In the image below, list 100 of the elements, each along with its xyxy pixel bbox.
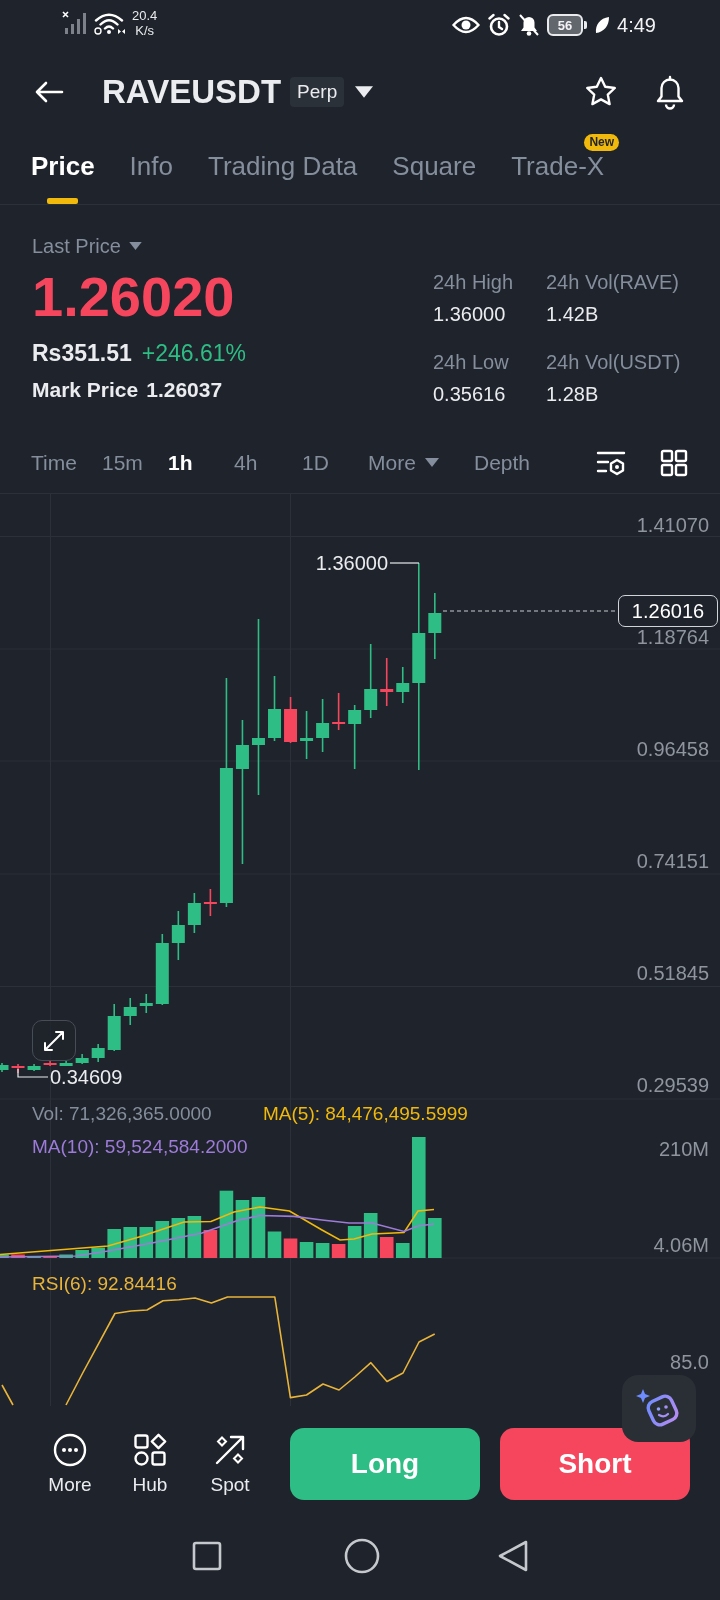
stat-value: 1.28B — [546, 382, 600, 406]
current-price-tag: 1.26016 — [618, 595, 718, 627]
leaf-icon — [594, 16, 611, 34]
rising-candle — [123, 997, 137, 1026]
volume-axis-label: 4.06M — [653, 1235, 709, 1255]
selected-tab-indicator — [47, 198, 79, 204]
rising-candle — [396, 666, 410, 704]
price-axis-label: 1.18764 — [636, 627, 709, 647]
rising-candle — [268, 675, 281, 742]
interval-tab[interactable]: 1h — [168, 449, 193, 476]
stat-label: 24h Vol(RAVE) — [546, 270, 681, 294]
shortcut-button[interactable]: Spot — [195, 1423, 265, 1496]
volume-bar — [59, 1254, 73, 1258]
caret-down-icon — [424, 458, 439, 467]
rising-candle — [300, 710, 314, 760]
stat-value: 1.42B — [546, 302, 600, 326]
long-button[interactable]: Long — [290, 1428, 480, 1500]
low-price-label: 0.34609 — [50, 1067, 123, 1087]
price-axis-label: 0.29539 — [636, 1075, 709, 1095]
price-axis-label: 0.74151 — [636, 851, 709, 871]
shapes-grid-icon — [133, 1433, 167, 1467]
volume-legend: Vol: 71,326,365.0000 — [32, 1102, 212, 1125]
alarm-clock-icon — [487, 13, 512, 37]
rising-candle — [91, 1043, 105, 1063]
dropdown-button[interactable]: More — [368, 449, 439, 476]
rsi-axis-label: 85.0 — [670, 1352, 709, 1372]
wifi-icon — [93, 11, 126, 35]
new-badge: New — [584, 134, 620, 151]
last-price: 1.26020 — [32, 266, 235, 328]
ellipsis-circle-icon — [53, 1433, 87, 1467]
short-button[interactable]: Short — [500, 1428, 690, 1500]
grid-layout-icon[interactable] — [660, 448, 688, 477]
expand-button[interactable] — [32, 1020, 76, 1061]
rising-candle — [171, 910, 185, 961]
falling-candle — [43, 1060, 57, 1067]
expand-icon — [42, 1028, 66, 1053]
tab[interactable]: Info — [129, 152, 173, 180]
rising-candle — [348, 704, 362, 770]
contract-type-badge: Perp — [290, 77, 345, 107]
caret-down-icon — [355, 86, 374, 98]
square-nav-icon[interactable] — [192, 1541, 222, 1571]
tab[interactable]: Price — [31, 152, 95, 180]
shortcut-button[interactable]: Hub — [115, 1423, 185, 1496]
volume-bar — [11, 1254, 25, 1258]
rising-candle — [107, 1003, 121, 1052]
ma10-legend: MA(10): 59,524,584.2000 — [32, 1135, 248, 1158]
price-type-label[interactable]: Last Price — [32, 234, 121, 258]
battery-indicator: 56 — [547, 14, 588, 36]
volume-bar — [299, 1242, 314, 1258]
shortcut-button[interactable]: More — [35, 1423, 105, 1496]
interval-tab[interactable]: 4h — [234, 449, 258, 476]
interval-tab[interactable]: Depth — [474, 449, 531, 476]
tab[interactable]: Trading Data — [208, 152, 358, 180]
volume-bar — [235, 1200, 250, 1258]
volume-bar — [0, 1254, 9, 1258]
leader-line — [17, 1068, 49, 1078]
arrow-up-right-icon — [213, 1433, 247, 1467]
symbol-title[interactable]: RAVEUSDT — [102, 72, 282, 112]
bell-off-icon — [518, 13, 541, 37]
volume-bar — [91, 1247, 105, 1258]
rising-candle — [0, 1062, 9, 1073]
rsi-legend: RSI(6): 92.84416 — [32, 1272, 177, 1295]
stat-label: 24h Vol(USDT) — [546, 350, 681, 374]
arrow-left-icon[interactable] — [34, 80, 64, 104]
caret-down-icon — [128, 242, 142, 250]
circle-nav-icon[interactable] — [344, 1538, 380, 1574]
falling-candle — [380, 657, 394, 707]
mark-price-value: 1.26037 — [146, 378, 223, 402]
tab[interactable]: Square — [392, 152, 477, 180]
rising-candle — [428, 592, 442, 660]
rising-candle — [59, 1060, 73, 1067]
volume-bar — [428, 1218, 442, 1258]
interval-tab[interactable]: 1D — [302, 449, 329, 476]
falling-candle — [332, 692, 346, 731]
stat-value: 0.35616 — [433, 382, 507, 406]
mark-price-label: Mark Price — [32, 378, 139, 402]
volume-bar — [75, 1250, 89, 1258]
network-speed: 20.4 — [132, 8, 158, 23]
eye-icon — [452, 15, 481, 35]
interval-tab[interactable]: Time — [31, 449, 77, 476]
volume-bar — [315, 1243, 330, 1258]
volume-axis-label: 210M — [658, 1139, 709, 1159]
interval-tab[interactable]: 15m — [102, 449, 143, 476]
tab[interactable]: Trade-X — [511, 152, 605, 180]
signal-icon — [62, 11, 87, 35]
falling-candle — [203, 888, 217, 917]
stat-value: 1.36000 — [433, 302, 507, 326]
falling-candle — [284, 696, 298, 744]
clock-time: 4:49 — [617, 13, 656, 37]
rising-candle — [139, 993, 153, 1014]
assistant-button[interactable] — [622, 1375, 696, 1442]
price-change: +246.61% — [141, 340, 246, 366]
price-axis-label: 1.41070 — [636, 515, 709, 535]
ma5-legend: MA(5): 84,476,495.5999 — [263, 1102, 468, 1125]
price-axis-label: 0.51845 — [636, 963, 709, 983]
triangle-nav-icon[interactable] — [497, 1539, 529, 1573]
speed-unit: K/s — [135, 23, 155, 38]
stat-label: 24h Low — [433, 350, 510, 374]
volume-bar — [283, 1238, 298, 1258]
stat-label: 24h High — [433, 270, 515, 294]
